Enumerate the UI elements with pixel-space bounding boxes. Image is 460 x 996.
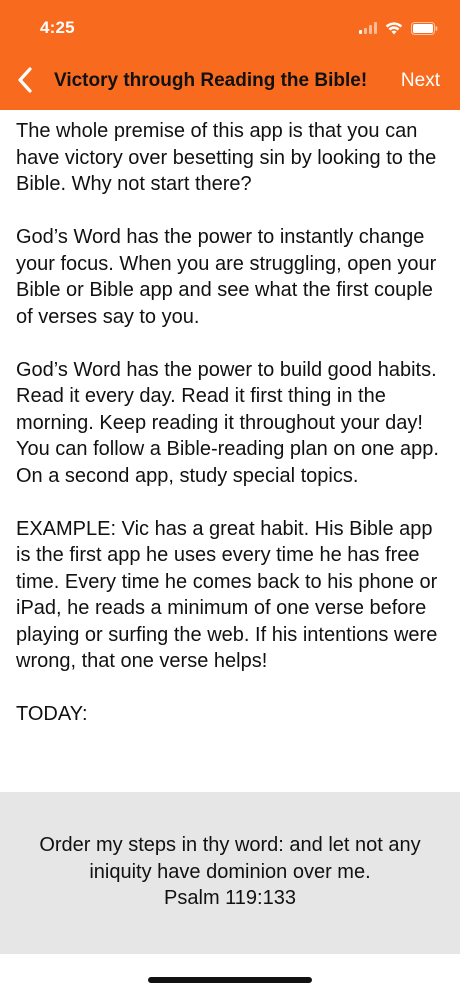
article-scroll-area[interactable]: The whole premise of this app is that yo… bbox=[0, 110, 460, 792]
home-indicator[interactable] bbox=[148, 977, 312, 983]
wifi-icon bbox=[385, 21, 403, 35]
verse-reference: Psalm 119:133 bbox=[164, 887, 296, 909]
header-bar: 4:25 Victory through Reading the Bible! … bbox=[0, 0, 460, 110]
status-time: 4:25 bbox=[40, 18, 75, 37]
status-icons bbox=[359, 20, 438, 36]
paragraph-habits: God’s Word has the power to build good h… bbox=[16, 358, 439, 487]
signal-icon bbox=[359, 22, 377, 34]
paragraph-example: EXAMPLE: Vic has a great habit. His Bibl… bbox=[16, 517, 438, 673]
home-area bbox=[0, 954, 460, 996]
navigation-bar: Victory through Reading the Bible! Next bbox=[0, 62, 460, 102]
battery-icon bbox=[411, 21, 438, 35]
paragraph-focus: God’s Word has the power to instantly ch… bbox=[16, 226, 437, 328]
verse-panel: Order my steps in thy word: and let not … bbox=[0, 792, 460, 954]
next-button[interactable]: Next bbox=[401, 70, 440, 92]
chevron-left-icon bbox=[17, 66, 33, 98]
page-title: Victory through Reading the Bible! bbox=[54, 70, 368, 91]
paragraph-premise: The whole premise of this app is that yo… bbox=[16, 120, 437, 195]
back-button[interactable] bbox=[8, 64, 42, 100]
paragraph-today: TODAY: bbox=[16, 703, 88, 725]
verse-text: Order my steps in thy word: and let not … bbox=[39, 834, 421, 883]
